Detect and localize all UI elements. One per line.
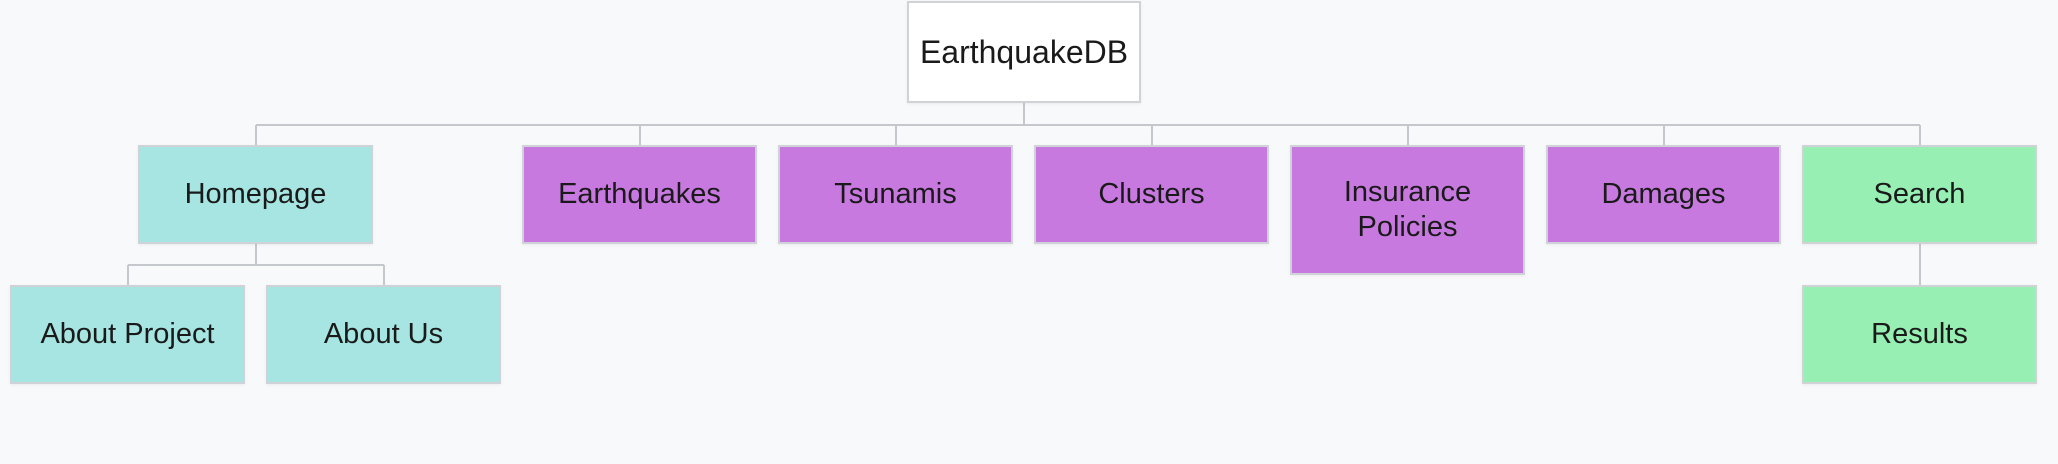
node-clusters-label: Clusters xyxy=(1098,178,1205,210)
sitemap-diagram: EarthquakeDB Homepage Earthquakes Tsunam… xyxy=(0,0,2058,464)
node-search-label: Search xyxy=(1873,178,1966,210)
node-about-project-label: About Project xyxy=(40,318,215,350)
node-earthquakedb-label: EarthquakeDB xyxy=(919,33,1129,70)
node-homepage-label: Homepage xyxy=(184,178,327,210)
node-clusters[interactable]: Clusters xyxy=(1034,145,1269,244)
node-results[interactable]: Results xyxy=(1802,285,2037,384)
node-about-us-label: About Us xyxy=(323,318,444,350)
node-tsunamis-label: Tsunamis xyxy=(834,178,957,210)
node-insurance-policies[interactable]: Insurance Policies xyxy=(1290,145,1525,275)
node-about-project[interactable]: About Project xyxy=(10,285,245,384)
node-insurance-policies-label-line1: Insurance xyxy=(1343,176,1472,208)
node-homepage[interactable]: Homepage xyxy=(138,145,373,244)
node-results-label: Results xyxy=(1871,318,1968,350)
node-insurance-policies-label: Insurance Policies xyxy=(1344,175,1471,245)
node-damages-label: Damages xyxy=(1601,178,1726,210)
node-earthquakedb[interactable]: EarthquakeDB xyxy=(907,1,1141,103)
node-damages[interactable]: Damages xyxy=(1546,145,1781,244)
node-earthquakes-label: Earthquakes xyxy=(558,178,721,210)
node-about-us[interactable]: About Us xyxy=(266,285,501,384)
node-earthquakes[interactable]: Earthquakes xyxy=(522,145,757,244)
node-search[interactable]: Search xyxy=(1802,145,2037,244)
node-tsunamis[interactable]: Tsunamis xyxy=(778,145,1013,244)
node-insurance-policies-label-line2: Policies xyxy=(1357,211,1458,243)
